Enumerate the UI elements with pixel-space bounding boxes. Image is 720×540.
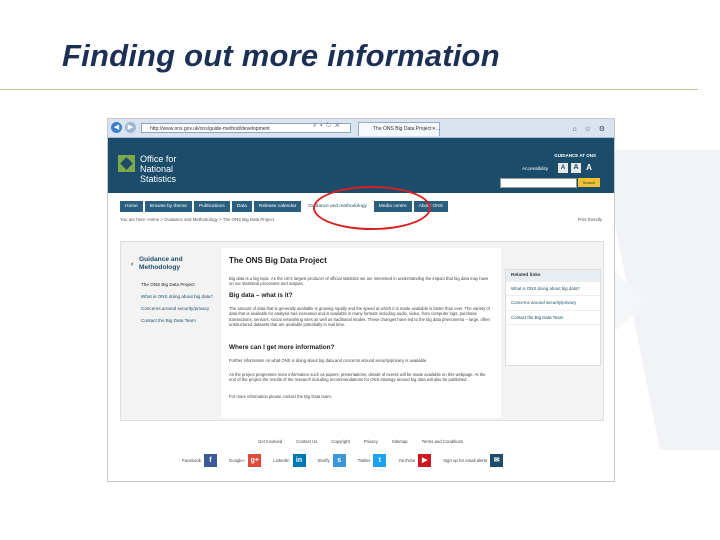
text-size-small-button[interactable]: A <box>558 163 568 173</box>
footer-link-terms-and-conditions[interactable]: Terms and Conditions <box>422 439 464 444</box>
sidebar-heading[interactable]: Guidance and Methodology <box>139 256 199 272</box>
related-links-heading: Related links <box>506 270 600 282</box>
sidebar-nav: The ONS Big Data Project What is ONS doi… <box>141 282 213 330</box>
breadcrumb[interactable]: You are here: Home > Guidance and Method… <box>120 217 274 222</box>
address-bar-icons[interactable]: ⌕ ▾ ↻ ✕ <box>313 123 341 130</box>
guidance-link[interactable]: GUIDANCE AT ONS <box>554 153 596 158</box>
article-what-text: The amount of data that is generally ava… <box>229 306 490 328</box>
menu-item-browse-by-theme[interactable]: Browse by theme <box>144 201 192 212</box>
menu-item-home[interactable]: Home <box>120 201 143 212</box>
text-size-medium-button[interactable]: A <box>571 163 581 173</box>
site-search-button[interactable]: Search <box>578 178 600 187</box>
title-divider <box>0 89 698 90</box>
site-header: Office for National Statistics GUIDANCE … <box>108 138 614 193</box>
footer-link-contact-us[interactable]: Contact Us <box>296 439 317 444</box>
website-screenshot: ◀ ▶ http://www.ons.gov.uk/ons/guide-meth… <box>107 118 615 482</box>
article-contact-text[interactable]: For more information please contact the … <box>229 394 493 399</box>
heading-where-info: Where can I get more information? <box>229 344 335 351</box>
facebook-icon[interactable]: f <box>203 453 217 467</box>
sidebar-item-big-data-project[interactable]: The ONS Big Data Project <box>141 282 213 288</box>
article-where-text[interactable]: Further information on what ONS is doing… <box>229 358 493 363</box>
browser-tools-icons[interactable]: ⌂ ☆ ⚙ <box>572 125 608 133</box>
email-alert-icon[interactable]: ✉ <box>490 453 504 467</box>
social-label: Storify <box>317 457 330 463</box>
footer-link-get-involved[interactable]: Get Involved <box>258 439 282 444</box>
social-label: Twitter <box>357 457 371 463</box>
related-link-contact[interactable]: Contact the Big Data Team <box>506 311 600 326</box>
social-label: Sign up for email alerts <box>443 457 488 463</box>
site-logo-text[interactable]: Office for National Statistics <box>140 154 210 184</box>
menu-item-publications[interactable]: Publications <box>193 201 230 212</box>
sidebar-item-security-privacy[interactable]: Concerns around security/privacy <box>141 306 213 312</box>
social-label: LinkedIn <box>273 457 290 463</box>
social-label: YouTube <box>398 457 416 463</box>
social-link-linkedin[interactable]: LinkedIn in <box>273 453 306 467</box>
article-where-text-2: As the project progresses more informati… <box>229 372 486 383</box>
tab-title: The ONS Big Data Project - ... <box>373 126 440 132</box>
footer-links: Get Involved Contact Us Copyright Privacy Si… <box>258 439 463 444</box>
tab-close-icon[interactable]: ✕ <box>432 123 436 136</box>
twitter-icon[interactable]: t <box>373 453 387 467</box>
social-link-google-[interactable]: Google+ g+ <box>228 453 262 467</box>
google-plus-icon[interactable]: g+ <box>248 453 262 467</box>
sidebar-item-what-is-ons-doing[interactable]: What is ONS doing about big data? <box>141 294 213 300</box>
print-friendly-link[interactable]: Print friendly <box>578 217 602 222</box>
browser-tab[interactable]: The ONS Big Data Project - ... ✕ <box>358 122 440 136</box>
menu-item-release-calendar[interactable]: Release calendar <box>253 201 302 212</box>
related-link-what-is-ons-doing[interactable]: What is ONS doing about big data? <box>506 282 600 297</box>
footer-link-copyright[interactable]: Copyright <box>331 439 349 444</box>
heading-what-is-it: Big data – what is it? <box>229 292 293 299</box>
related-link-security-privacy[interactable]: Concerns around security/privacy <box>506 296 600 311</box>
chevron-left-icon: ‹ <box>131 261 134 268</box>
social-links: Facebook f Google+ g+ LinkedIn in Storify s Twit… <box>182 453 515 467</box>
social-label: Facebook <box>182 457 201 463</box>
slide-title: Finding out more information <box>62 38 500 73</box>
article-title: The ONS Big Data Project <box>229 256 327 265</box>
accessibility-label[interactable]: Accessibility <box>522 167 548 172</box>
forward-icon[interactable]: ▶ <box>125 122 136 133</box>
social-link-storify[interactable]: Storify s <box>317 453 346 467</box>
back-icon[interactable]: ◀ <box>111 122 122 133</box>
footer-link-sitemap[interactable]: Sitemap <box>392 439 408 444</box>
youtube-icon[interactable]: ▶ <box>418 453 432 467</box>
related-links-panel: Related links What is ONS doing about bi… <box>505 269 601 366</box>
browser-toolbar: ◀ ▶ http://www.ons.gov.uk/ons/guide-meth… <box>108 119 614 138</box>
page-content: ‹ Guidance and Methodology The ONS Big D… <box>120 241 604 421</box>
social-link-facebook[interactable]: Facebook f <box>182 453 217 467</box>
social-link-sign-up-for-email-alerts[interactable]: Sign up for email alerts ✉ <box>443 453 504 467</box>
linkedin-icon[interactable]: in <box>292 453 306 467</box>
footer-link-privacy[interactable]: Privacy <box>364 439 378 444</box>
article: The ONS Big Data Project Big data is a b… <box>221 248 501 418</box>
social-link-twitter[interactable]: Twitter t <box>357 453 387 467</box>
article-intro: Big data is a big topic. As the UK's lar… <box>229 276 489 287</box>
social-link-youtube[interactable]: YouTube ▶ <box>398 453 432 467</box>
sidebar-item-contact[interactable]: Contact the Big Data Team <box>141 318 213 324</box>
social-label: Google+ <box>228 457 246 463</box>
text-size-large-button[interactable]: A <box>584 163 594 173</box>
menu-item-data[interactable]: Data <box>231 201 252 212</box>
site-search-input[interactable] <box>500 178 577 188</box>
storify-icon[interactable]: s <box>332 453 346 467</box>
highlight-circle <box>313 186 431 230</box>
